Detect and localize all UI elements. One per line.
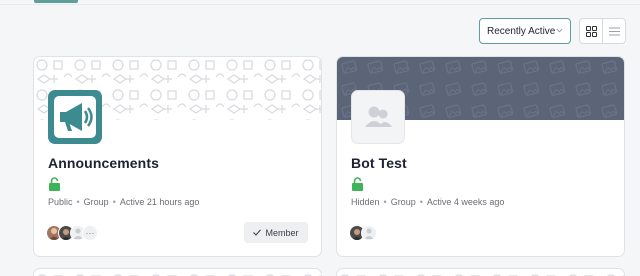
user-placeholder-icon [364, 228, 374, 239]
group-privacy: Public [48, 197, 73, 207]
group-meta: Hidden • Group • Active 4 weeks ago [351, 197, 504, 207]
group-card[interactable]: Announcements Public • Group • Active 21 hou… [33, 56, 322, 257]
sort-dropdown[interactable]: Recently Active [479, 18, 571, 44]
group-meta: Public • Group • Active 21 hours ago [48, 197, 199, 207]
more-members-icon[interactable]: ··· [82, 225, 98, 241]
chevron-down-icon [556, 28, 563, 33]
group-privacy: Hidden [351, 197, 380, 207]
active-tab-indicator [34, 0, 78, 3]
list-view-button[interactable] [602, 19, 625, 43]
member-avatars: ··· [46, 224, 98, 242]
tabs-divider [0, 4, 640, 5]
list-icon [608, 27, 620, 35]
grid-view-button[interactable] [580, 19, 602, 43]
group-activity: Active 4 weeks ago [426, 197, 505, 207]
view-toggle [579, 18, 626, 44]
member-avatar[interactable] [361, 225, 377, 241]
meta-separator: • [383, 197, 387, 207]
group-avatar[interactable] [48, 90, 102, 144]
grid-icon [585, 25, 597, 37]
member-status-label: Member [265, 227, 299, 238]
group-card[interactable]: Bot Test Hidden • Group • Active 4 weeks ago [336, 56, 625, 257]
check-icon [253, 229, 262, 236]
sort-dropdown-value: Recently Active [487, 25, 556, 37]
unlocked-icon [49, 177, 60, 191]
group-card-partial[interactable] [33, 268, 322, 276]
group-title[interactable]: Bot Test [351, 155, 407, 171]
group-activity: Active 21 hours ago [119, 197, 200, 207]
group-card-partial[interactable] [336, 268, 625, 276]
megaphone-icon [54, 96, 96, 138]
group-avatar[interactable] [351, 90, 405, 144]
group-placeholder-icon [365, 106, 392, 127]
member-status-button[interactable]: Member [244, 222, 308, 243]
meta-separator: • [419, 197, 423, 207]
group-type: Group [390, 197, 416, 207]
meta-separator: • [76, 197, 80, 207]
group-title[interactable]: Announcements [48, 155, 159, 171]
meta-separator: • [112, 197, 116, 207]
group-type: Group [83, 197, 109, 207]
unlocked-icon [352, 177, 363, 191]
member-avatars [349, 224, 377, 242]
